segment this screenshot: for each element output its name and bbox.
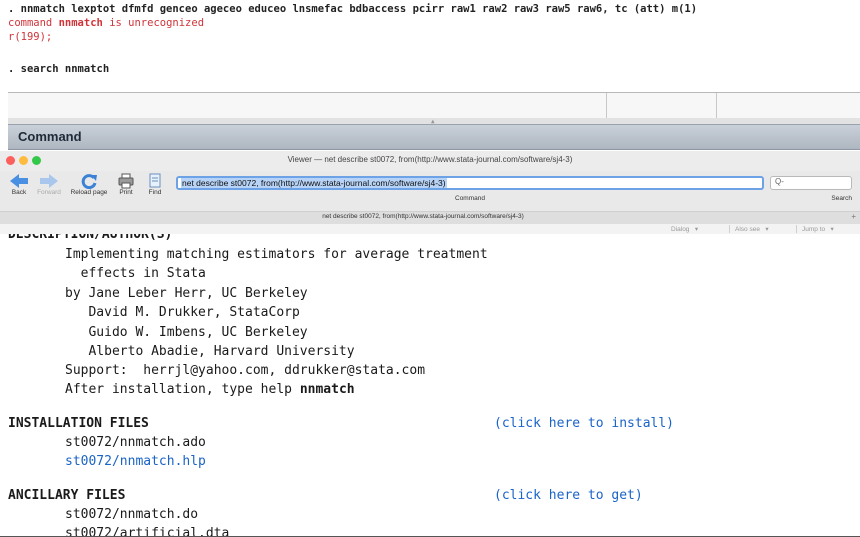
back-button[interactable]: Back [4, 173, 34, 196]
print-icon [118, 173, 134, 189]
also-see-menu[interactable]: Also see ▾ [735, 225, 769, 233]
also-see-label: Also see [735, 226, 760, 233]
click-to-get-link[interactable]: (click here to get) [494, 488, 643, 503]
error-suffix: is unrecognized [109, 17, 205, 29]
divider [729, 225, 730, 233]
dialog-label: Dialog [671, 226, 690, 233]
command-input-label: Command [455, 195, 485, 202]
command-panel-header: Command [8, 124, 860, 150]
chevron-down-icon: ▾ [765, 226, 769, 233]
desc-line: Implementing matching estimators for ave… [65, 247, 488, 262]
search-input-label: Search [831, 195, 852, 202]
forward-arrow-icon [40, 174, 58, 188]
back-label: Back [11, 189, 27, 196]
ancillary-file: st0072/nnmatch.do [65, 507, 199, 522]
search-icon: Q- [775, 177, 784, 186]
after-install-command: nnmatch [299, 382, 355, 397]
variables-column-divider[interactable] [716, 93, 717, 119]
dialog-menu[interactable]: Dialog ▾ [671, 225, 698, 233]
results-command-line: . nnmatch lexptot dfmfd genceo ageceo ed… [8, 3, 698, 15]
reload-page-button[interactable]: Reload page [68, 173, 110, 196]
results-search-line: . search nnmatch [8, 63, 110, 75]
jump-to-menu[interactable]: Jump to ▾ [802, 225, 834, 233]
back-arrow-icon [10, 174, 28, 188]
after-install-text: After installation, type help [65, 382, 300, 397]
search-input[interactable]: Q- [770, 176, 852, 190]
viewer-content: DESCRIPTION/AUTHOR(S) Implementing match… [0, 234, 860, 537]
click-to-install-link[interactable]: (click here to install) [494, 416, 674, 431]
find-button[interactable]: Find [142, 173, 168, 196]
installation-files-heading: INSTALLATION FILES [8, 416, 149, 431]
print-button[interactable]: Print [113, 173, 139, 196]
chevron-down-icon: ▾ [830, 226, 834, 233]
results-window: . nnmatch lexptot dfmfd genceo ageceo ed… [0, 0, 860, 92]
print-label: Print [119, 189, 133, 196]
desc-line: Support: herrjl@yahoo.com, ddrukker@stat… [65, 363, 426, 378]
viewer-subtoolbar: Dialog ▾ Also see ▾ Jump to ▾ [0, 224, 860, 234]
return-code[interactable]: r(199); [8, 31, 52, 43]
viewer-tab-bar: net describe st0072, from(http://www.sta… [0, 211, 860, 225]
divider [796, 225, 797, 233]
variables-strip [8, 92, 860, 120]
ancillary-files-heading: ANCILLARY FILES [8, 488, 126, 503]
forward-button[interactable]: Forward [32, 173, 66, 196]
tab-current[interactable]: net describe st0072, from(http://www.sta… [0, 213, 846, 220]
after-install-line: After installation, type help nnmatch [65, 382, 355, 397]
jump-to-label: Jump to [802, 226, 826, 233]
results-error-line: command nnmatch is unrecognized [8, 17, 204, 29]
desc-line: Alberto Abadie, Harvard University [65, 344, 355, 359]
viewer-window-title: Viewer — net describe st0072, from(http:… [287, 155, 573, 164]
viewer-toolbar: Back Forward Reload page Print Find net … [0, 171, 860, 211]
desc-line: effects in Stata [65, 266, 206, 281]
find-icon [149, 173, 161, 188]
viewer-window: Viewer — net describe st0072, from(http:… [0, 151, 860, 537]
section-description-heading: DESCRIPTION/AUTHOR(S) [8, 234, 173, 242]
desc-line: Guido W. Imbens, UC Berkeley [65, 325, 308, 340]
add-tab-button[interactable]: + [851, 212, 856, 221]
error-command: nnmatch [58, 17, 103, 29]
install-file: st0072/nnmatch.ado [65, 435, 206, 450]
reload-icon [81, 174, 97, 189]
viewer-titlebar[interactable]: Viewer — net describe st0072, from(http:… [0, 151, 860, 172]
variables-column-divider[interactable] [606, 93, 607, 119]
command-header-label: Command [18, 129, 82, 144]
install-file-link[interactable]: st0072/nnmatch.hlp [65, 454, 206, 469]
find-label: Find [148, 189, 162, 196]
forward-label: Forward [37, 189, 61, 196]
reload-label: Reload page [70, 189, 108, 196]
desc-line: by Jane Leber Herr, UC Berkeley [65, 286, 308, 301]
command-input[interactable]: net describe st0072, from(http://www.sta… [176, 176, 764, 190]
error-prefix: command [8, 17, 53, 29]
desc-line: David M. Drukker, StataCorp [65, 305, 300, 320]
chevron-down-icon: ▾ [694, 226, 699, 233]
command-input-value[interactable]: net describe st0072, from(http://www.sta… [181, 178, 447, 188]
